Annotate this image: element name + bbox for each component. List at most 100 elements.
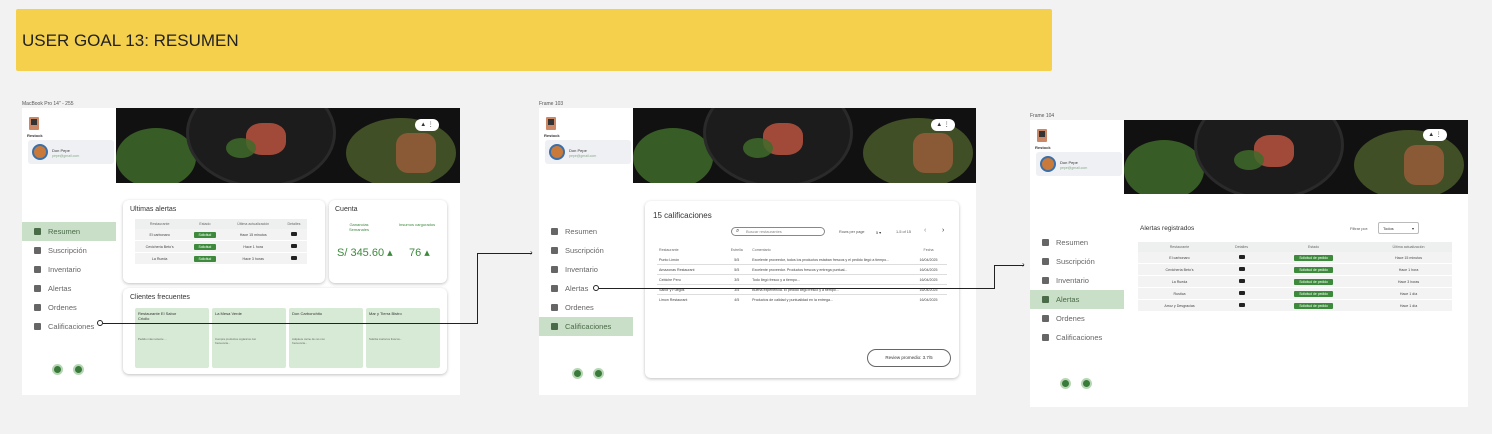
nav-item-alertas[interactable]: Alertas bbox=[22, 279, 116, 298]
chart-icon bbox=[34, 228, 41, 235]
logout-icon[interactable] bbox=[1081, 378, 1092, 389]
rows-per-page-select[interactable]: 5 ▾ bbox=[876, 230, 881, 235]
nav-menu: Resumen Suscripción Inventario Alertas O… bbox=[1030, 233, 1124, 347]
client-card[interactable]: La Mesa Verde Compra productos orgánicos … bbox=[212, 308, 286, 368]
table-row: La Rueda Solicitud Hace 3 horas bbox=[135, 252, 307, 265]
alerts-registered-title: Alertas registrados bbox=[1140, 225, 1195, 232]
search-input[interactable]: ⌕ Buscar restaurantes bbox=[731, 227, 825, 236]
filter-select[interactable]: Todos ▾ bbox=[1378, 222, 1419, 234]
client-card[interactable]: Don Carbonchito Adquiere carne de res con… bbox=[289, 308, 363, 368]
connector-line bbox=[477, 253, 532, 254]
nav-label: Suscripción bbox=[48, 246, 87, 255]
nav-item-resumen[interactable]: Resumen bbox=[22, 222, 116, 241]
avatar bbox=[1040, 156, 1056, 172]
details-icon[interactable] bbox=[1238, 267, 1245, 271]
connector-line bbox=[994, 265, 995, 289]
details-icon[interactable] bbox=[290, 244, 297, 248]
logo-icon bbox=[1037, 129, 1047, 142]
rows-per-page-label: Rows per page bbox=[839, 230, 865, 234]
user-name: Don Pepe bbox=[52, 148, 70, 153]
client-card[interactable]: Mar y Tierra Bistro Solicita mariscos fre… bbox=[366, 308, 440, 368]
hero-image: ▲ ⋮ bbox=[1124, 120, 1468, 194]
nav-item-calificaciones[interactable]: Calificaciones bbox=[539, 317, 633, 336]
clients-title: Clientes frecuentes bbox=[130, 294, 190, 301]
details-icon[interactable] bbox=[1238, 291, 1245, 295]
table-row: Sabor y Fuegos 3/5 Buena experiencia. El p… bbox=[657, 284, 947, 295]
frame-calificaciones: Restock Don Pepe pepe@gmail.com Resumen … bbox=[539, 108, 976, 395]
details-icon[interactable] bbox=[290, 256, 297, 260]
average-review-badge: Review promedio: 3.7/5 bbox=[867, 349, 951, 367]
bottom-icons bbox=[1060, 378, 1092, 389]
user-icon: ▲ ⋮ bbox=[420, 122, 434, 128]
table-row: Limon Restaurant 4/5 Productos de calidad … bbox=[657, 294, 947, 305]
nav-item-inventario[interactable]: Inventario bbox=[539, 260, 633, 279]
arrow-icon: › bbox=[530, 248, 533, 257]
sidebar: Restock Don Pepe pepe@gmail.com Resumen … bbox=[22, 108, 116, 395]
status-badge: Solicitud bbox=[193, 255, 217, 262]
user-menu-button[interactable]: ▲ ⋮ bbox=[1423, 129, 1447, 141]
ratings-table: Restaurante Estrella Comentario Fecha Punto… bbox=[657, 245, 947, 305]
logo-text: Restock bbox=[27, 133, 43, 138]
frequent-clients-card: Clientes frecuentes Restaurante El Sabor… bbox=[123, 288, 447, 374]
details-icon[interactable] bbox=[1238, 303, 1245, 307]
nav-label: Inventario bbox=[1056, 276, 1089, 285]
user-card[interactable]: Don Pepe pepe@gmail.com bbox=[545, 140, 631, 164]
card-icon bbox=[34, 247, 41, 254]
user-menu-button[interactable]: ▲ ⋮ bbox=[931, 119, 955, 131]
search-icon: ⌕ bbox=[736, 228, 740, 234]
table-row: La Rueda Solicitud de pedido Hace 3 horas bbox=[1138, 275, 1452, 288]
nav-label: Ordenes bbox=[565, 303, 594, 312]
nav-item-calificaciones[interactable]: Calificaciones bbox=[1030, 328, 1124, 347]
table-row: Punto Limón 5/5 Excelente proveedor, todos… bbox=[657, 255, 947, 265]
logo-icon bbox=[29, 117, 39, 130]
details-icon[interactable] bbox=[1238, 279, 1245, 283]
user-card[interactable]: Don Pepe pepe@gmail.com bbox=[1036, 152, 1122, 176]
nav-label: Ordenes bbox=[1056, 314, 1085, 323]
box-icon bbox=[1042, 277, 1049, 284]
status-badge: Solicitud de pedido bbox=[1294, 290, 1333, 297]
status-badge: Solicitud bbox=[193, 231, 217, 238]
nav-item-inventario[interactable]: Inventario bbox=[1030, 271, 1124, 290]
prev-page-button[interactable]: ‹ bbox=[924, 227, 926, 234]
gear-icon bbox=[551, 323, 558, 330]
nav-item-ordenes[interactable]: Ordenes bbox=[1030, 309, 1124, 328]
loaded-supplies-value: 76 ▴ bbox=[409, 247, 430, 259]
table-row: Amazonas Restaurant 5/5 Excelente proveedo… bbox=[657, 264, 947, 275]
alerts-card: Ultimas alertas Restaurante Estado Última … bbox=[123, 200, 325, 283]
nav-item-alertas[interactable]: Alertas bbox=[1030, 290, 1124, 309]
nav-item-ordenes[interactable]: Ordenes bbox=[539, 298, 633, 317]
sidebar: Restock Don Pepe pepe@gmail.com Resumen … bbox=[539, 108, 633, 395]
connector-line bbox=[103, 323, 478, 324]
nav-label: Alertas bbox=[565, 284, 589, 293]
ratings-card: 15 calificaciones ⌕ Buscar restaurantes R… bbox=[645, 201, 959, 378]
nav-item-ordenes[interactable]: Ordenes bbox=[22, 298, 116, 317]
details-icon[interactable] bbox=[1238, 255, 1245, 259]
hero-image: ▲ ⋮ bbox=[633, 108, 976, 183]
loaded-supplies-label: Insumos cargurados bbox=[398, 222, 436, 227]
nav-label: Alertas bbox=[1056, 295, 1080, 304]
connector-line bbox=[477, 253, 478, 324]
logout-icon[interactable] bbox=[593, 368, 604, 379]
nav-item-suscripcion[interactable]: Suscripción bbox=[22, 241, 116, 260]
settings-icon[interactable] bbox=[1060, 378, 1071, 389]
logout-icon[interactable] bbox=[73, 364, 84, 375]
bottom-icons bbox=[52, 364, 84, 375]
truck-icon bbox=[551, 304, 558, 311]
user-card[interactable]: Don Pepe pepe@gmail.com bbox=[28, 140, 114, 164]
nav-item-resumen[interactable]: Resumen bbox=[1030, 233, 1124, 252]
nav-item-suscripcion[interactable]: Suscripción bbox=[539, 241, 633, 260]
next-page-button[interactable]: › bbox=[942, 227, 944, 234]
settings-icon[interactable] bbox=[572, 368, 583, 379]
details-icon[interactable] bbox=[290, 232, 297, 236]
user-email: pepe@gmail.com bbox=[1060, 166, 1088, 170]
nav-item-resumen[interactable]: Resumen bbox=[539, 222, 633, 241]
settings-icon[interactable] bbox=[52, 364, 63, 375]
nav-label: Resumen bbox=[565, 227, 598, 236]
user-menu-button[interactable]: ▲ ⋮ bbox=[415, 119, 439, 131]
client-card[interactable]: Restaurante El Sabor Criollo Pedido más r… bbox=[135, 308, 209, 368]
nav-item-inventario[interactable]: Inventario bbox=[22, 260, 116, 279]
nav-item-suscripcion[interactable]: Suscripción bbox=[1030, 252, 1124, 271]
logo-icon bbox=[546, 117, 556, 130]
status-badge: Solicitud de pedido bbox=[1294, 302, 1333, 309]
frame-resumen: Restock Don Pepe pepe@gmail.com Resumen … bbox=[22, 108, 460, 395]
